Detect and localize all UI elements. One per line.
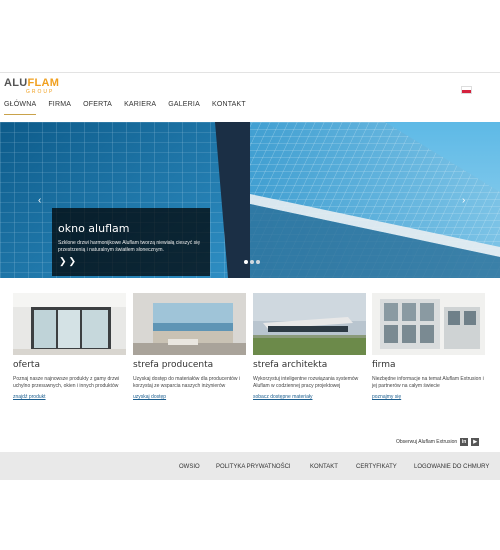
footer-link-owsio[interactable]: OWSIO bbox=[179, 464, 200, 470]
footer-link-contact[interactable]: KONTAKT bbox=[310, 464, 338, 470]
social-follow: Obserwuj Aluflam Extrusion in ▶ bbox=[396, 438, 480, 446]
card-link[interactable]: znajdź produkt bbox=[13, 394, 126, 400]
hero-more-button[interactable]: ❯❯ bbox=[59, 256, 78, 267]
card-text: Poznaj nasze najnowsze produkty z gamy d… bbox=[13, 376, 120, 389]
card-image[interactable] bbox=[372, 293, 485, 355]
follow-text: Obserwuj Aluflam Extrusion bbox=[396, 439, 458, 445]
card-text: Wykorzystuj inteligentne rozwiązania sys… bbox=[253, 376, 359, 389]
nav-item-galeria[interactable]: GALERIA bbox=[168, 101, 200, 115]
header-divider bbox=[0, 72, 500, 73]
hero-title: okno aluflam bbox=[58, 222, 130, 235]
slider-dots bbox=[244, 260, 260, 264]
linkedin-icon[interactable]: in bbox=[460, 438, 469, 446]
slider-dot[interactable] bbox=[250, 260, 254, 264]
card-image[interactable] bbox=[13, 293, 126, 355]
card-strefa-architekta: strefa architekta Wykorzystuj inteligent… bbox=[253, 293, 366, 400]
logo-subtitle: GROUP bbox=[26, 89, 55, 95]
nav-item-glowna[interactable]: GŁÓWNA bbox=[4, 101, 37, 115]
card-strefa-producenta: strefa producenta Uzyskaj dostęp do mate… bbox=[133, 293, 246, 400]
nav-item-kariera[interactable]: KARIERA bbox=[124, 101, 156, 115]
card-link[interactable]: poznajmy się bbox=[372, 394, 485, 400]
slider-prev-button[interactable]: ‹ bbox=[38, 195, 41, 206]
card-firma: firma Niezbędne informacje na temat Aluf… bbox=[372, 293, 485, 400]
card-link[interactable]: uzyskaj dostęp bbox=[133, 394, 246, 400]
card-text: Niezbędne informacje na temat Aluflam Ex… bbox=[372, 376, 484, 389]
card-text: Uzyskaj dostęp do materiałów dla produce… bbox=[133, 376, 240, 389]
youtube-icon[interactable]: ▶ bbox=[471, 438, 480, 446]
logo-wordmark: ALUFLAM bbox=[4, 77, 60, 89]
slider-dot[interactable] bbox=[256, 260, 260, 264]
language-flag-icon[interactable] bbox=[461, 86, 472, 94]
card-link[interactable]: sobacz dostępne materiały bbox=[253, 394, 366, 400]
footer-link-privacy[interactable]: POLITYKA PRYWATNOŚCI bbox=[216, 464, 291, 470]
card-image[interactable] bbox=[133, 293, 246, 355]
nav-item-firma[interactable]: FIRMA bbox=[48, 101, 71, 115]
nav-item-kontakt[interactable]: KONTAKT bbox=[212, 101, 246, 115]
card-image[interactable] bbox=[253, 293, 366, 355]
main-nav: GŁÓWNA FIRMA OFERTA KARIERA GALERIA KONT… bbox=[4, 101, 258, 115]
footer-link-cloud-login[interactable]: LOGOWANIE DO CHMURY bbox=[414, 464, 489, 470]
hero-caption: okno aluflam Szklone drzwi harmonijkowe … bbox=[52, 208, 210, 276]
footer: OWSIO POLITYKA PRYWATNOŚCI KONTAKT CERTY… bbox=[0, 452, 500, 480]
card-title: firma bbox=[372, 360, 396, 370]
aluflam-logo[interactable]: ALUFLAM GROUP bbox=[4, 78, 59, 100]
hero-text: Szklone drzwi harmonijkowe Aluflam tworz… bbox=[58, 240, 200, 253]
slider-next-button[interactable]: › bbox=[462, 195, 465, 206]
card-title: oferta bbox=[13, 360, 40, 370]
slider-dot[interactable] bbox=[244, 260, 248, 264]
card-title: strefa architekta bbox=[253, 360, 328, 370]
footer-link-certificates[interactable]: CERTYFIKATY bbox=[356, 464, 397, 470]
nav-item-oferta[interactable]: OFERTA bbox=[83, 101, 112, 115]
card-oferta: oferta Poznaj nasze najnowsze produkty z… bbox=[13, 293, 126, 400]
card-title: strefa producenta bbox=[133, 360, 214, 370]
